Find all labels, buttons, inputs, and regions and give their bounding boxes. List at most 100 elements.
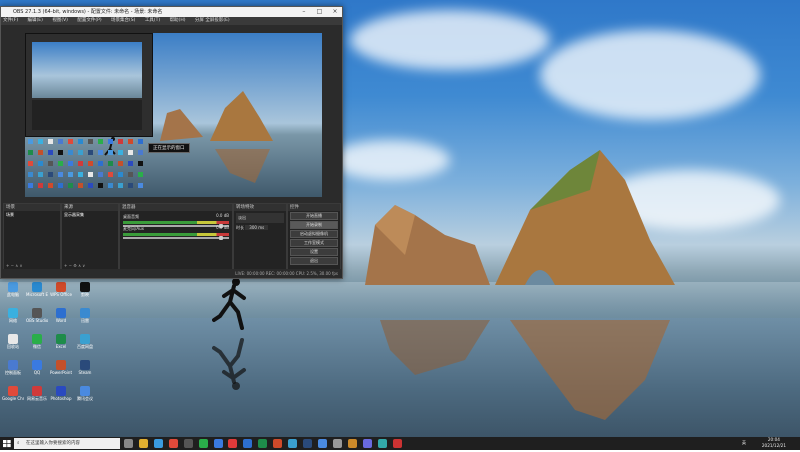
menu-help[interactable]: 帮助(H): [170, 18, 186, 23]
preview-mini-icon: [28, 150, 33, 155]
start-button[interactable]: [0, 437, 14, 450]
menu-profile[interactable]: 配置文件(P): [77, 18, 101, 23]
app-icon: [56, 360, 66, 370]
menu-multiview[interactable]: 分屏 全屏投影(E): [195, 18, 230, 23]
obs-titlebar[interactable]: OBS 27.1.3 (64-bit, windows) - 配置文件: 未命名…: [1, 7, 342, 17]
search-icon: ⌕: [17, 441, 20, 446]
settings-button[interactable]: 设置: [290, 248, 338, 256]
powerpoint-icon[interactable]: [273, 439, 283, 448]
preview-mini-icon: [38, 139, 43, 144]
menu-edit[interactable]: 编辑(E): [28, 18, 43, 23]
desktop-icon[interactable]: 网易云音乐: [26, 386, 48, 410]
maximize-icon[interactable]: □: [312, 7, 326, 17]
sources-toolbar[interactable]: + − ⚙ ∧ ∨: [64, 263, 85, 268]
exit-button[interactable]: 退出: [290, 257, 338, 265]
runner-reflection: [212, 338, 246, 390]
preview-mini-icon: [138, 172, 143, 177]
scenes-toolbar[interactable]: + − ∧ ∨: [6, 263, 22, 268]
desktop-icon[interactable]: 此电脑: [2, 282, 24, 306]
app-icon[interactable]: [377, 439, 387, 448]
preview-mini-icon: [138, 139, 143, 144]
desktop-icon[interactable]: 百度网盘: [74, 334, 96, 358]
minimize-icon[interactable]: –: [297, 7, 311, 17]
desktop-icon[interactable]: Google Chrome: [2, 386, 24, 410]
desktop-icon[interactable]: 微信: [26, 334, 48, 358]
edge-icon[interactable]: [153, 439, 163, 448]
volume-meter: [123, 233, 229, 236]
volume-slider[interactable]: [123, 236, 229, 240]
track-db: 0.0 dB: [216, 213, 229, 218]
windows-icon: [3, 440, 11, 448]
transition-select[interactable]: 淡出: [236, 213, 284, 223]
desktop-icon-label: Word: [55, 318, 67, 323]
qq-icon[interactable]: [213, 439, 223, 448]
preview-mini-icon: [108, 161, 113, 166]
desktop-icon[interactable]: Excel: [50, 334, 72, 358]
input-method-icon[interactable]: 英: [742, 440, 746, 446]
preview-mini-icon: [48, 139, 53, 144]
meeting-icon[interactable]: [317, 439, 327, 448]
desktop-icon[interactable]: 控制面板: [2, 360, 24, 384]
clock-date: 2021/12/21: [761, 443, 786, 448]
obs-preview[interactable]: 正在显示的窗口: [25, 33, 322, 197]
desktop-icon-label: 控制面板: [5, 370, 21, 375]
app-icon[interactable]: [362, 439, 372, 448]
menu-scene-collection[interactable]: 场景集合(S): [111, 18, 135, 23]
close-icon[interactable]: ×: [328, 7, 342, 17]
app-icon: [8, 308, 18, 318]
virtual-camera-button[interactable]: 启动虚拟摄像机: [290, 230, 338, 238]
desktop-icon[interactable]: PowerPoint: [50, 360, 72, 384]
studio-mode-button[interactable]: 工作室模式: [290, 239, 338, 247]
chrome-icon[interactable]: [168, 439, 178, 448]
duration-input[interactable]: 300 ms: [245, 225, 269, 230]
obs-window[interactable]: OBS 27.1.3 (64-bit, windows) - 配置文件: 未命名…: [0, 6, 343, 279]
netdisk-icon[interactable]: [288, 439, 298, 448]
preview-mini-icon: [98, 161, 103, 166]
desktop-icon[interactable]: OBS Studio: [26, 308, 48, 332]
desktop-icon-label: Google Chrome: [2, 396, 24, 401]
desktop-icon-label: 剪映: [81, 292, 89, 297]
taskbar-clock[interactable]: 20:04 2021/12/21: [762, 437, 786, 449]
preview-mini-icon: [38, 150, 43, 155]
steam-icon[interactable]: [303, 439, 313, 448]
app-icon: [32, 360, 42, 370]
preview-mini-icon: [58, 172, 63, 177]
desktop-icon[interactable]: Word: [50, 308, 72, 332]
scene-item[interactable]: 场景: [4, 211, 60, 219]
taskbar: ⌕ 在这里输入你要搜索的内容 英 20:04 2021/12/21: [0, 437, 800, 450]
desktop-icon[interactable]: 腾讯会议: [74, 386, 96, 410]
desktop-icon[interactable]: Microsoft Edge: [26, 282, 48, 306]
desktop-icon[interactable]: Photoshop: [50, 386, 72, 410]
wechat-icon[interactable]: [198, 439, 208, 448]
menu-tools[interactable]: 工具(T): [145, 18, 160, 23]
desktop-icon[interactable]: 剪映: [74, 282, 96, 306]
preview-mini-icon: [128, 172, 133, 177]
desktop-icon[interactable]: 迅雷: [74, 308, 96, 332]
menu-view[interactable]: 视图(V): [52, 18, 68, 23]
start-recording-button[interactable]: 开始录制: [290, 221, 338, 229]
file-explorer-icon[interactable]: [138, 439, 148, 448]
desktop-icon[interactable]: 回收站: [2, 334, 24, 358]
menu-file[interactable]: 文件(F): [3, 18, 18, 23]
app-icon[interactable]: [347, 439, 357, 448]
desktop-icon-label: 网易云音乐: [27, 396, 47, 401]
excel-icon[interactable]: [258, 439, 268, 448]
preview-mini-icon: [128, 161, 133, 166]
app-icon[interactable]: [332, 439, 342, 448]
word-icon[interactable]: [243, 439, 253, 448]
app-icon[interactable]: [392, 439, 402, 448]
obs-statusbar: LIVE: 00:00:00 REC: 00:00:00 CPU: 2.5%, …: [1, 269, 342, 278]
task-view-icon[interactable]: [124, 439, 133, 448]
source-item[interactable]: 显示器采集: [62, 211, 118, 219]
desktop-icon[interactable]: Steam: [74, 360, 96, 384]
desktop-icon[interactable]: WPS Office: [50, 282, 72, 306]
desktop-icon[interactable]: QQ: [26, 360, 48, 384]
app-icon: [80, 334, 90, 344]
scenes-dock: 场景 场景 + − ∧ ∨: [3, 203, 61, 270]
taskbar-search[interactable]: ⌕ 在这里输入你要搜索的内容: [14, 438, 120, 449]
desktop-icon[interactable]: 网络: [2, 308, 24, 332]
music-icon[interactable]: [228, 439, 238, 448]
obs-icon[interactable]: [183, 439, 193, 448]
app-icon: [80, 308, 90, 318]
start-streaming-button[interactable]: 开始直播: [290, 212, 338, 220]
